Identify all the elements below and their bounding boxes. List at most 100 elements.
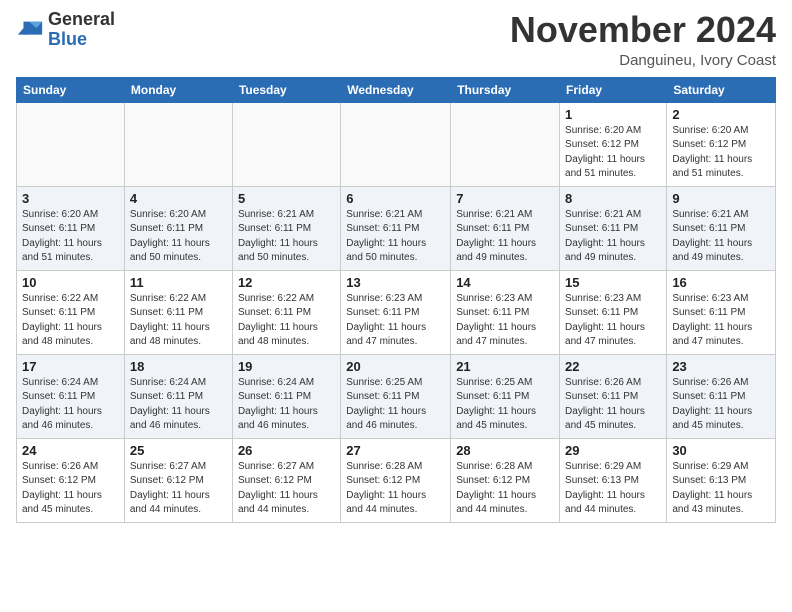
day-cell xyxy=(451,102,560,186)
day-info: Sunrise: 6:20 AM Sunset: 6:12 PM Dayligh… xyxy=(565,124,661,182)
day-info: Sunrise: 6:26 AM Sunset: 6:11 PM Dayligh… xyxy=(672,376,770,434)
day-number: 1 xyxy=(565,107,661,122)
day-cell xyxy=(17,102,125,186)
day-number: 22 xyxy=(565,359,661,374)
day-cell: 25Sunrise: 6:27 AM Sunset: 6:12 PM Dayli… xyxy=(124,438,232,522)
logo-line1: General xyxy=(48,10,115,30)
day-cell: 26 Sunrise: 6:27 AM Sunset: 6:12 PM Dayli… xyxy=(232,438,340,522)
header-cell-monday: Monday xyxy=(124,77,232,102)
day-info: Sunrise: 6:21 AM Sunset: 6:11 PM Dayligh… xyxy=(346,208,445,266)
day-info: Sunrise: 6:21 AM Sunset: 6:11 PM Dayligh… xyxy=(672,208,770,266)
header-row: SundayMondayTuesdayWednesdayThursdayFrid… xyxy=(17,77,776,102)
logo: General Blue xyxy=(16,10,115,50)
calendar-table: SundayMondayTuesdayWednesdayThursdayFrid… xyxy=(16,77,776,523)
day-info: Sunrise: 6:29 AM Sunset: 6:13 PM Dayligh… xyxy=(565,460,661,518)
day-info: Sunrise: 6:22 AM Sunset: 6:11 PM Dayligh… xyxy=(130,292,227,350)
header-cell-wednesday: Wednesday xyxy=(341,77,451,102)
day-cell: 4Sunrise: 6:20 AM Sunset: 6:11 PM Daylig… xyxy=(124,186,232,270)
week-row-3: 10 Sunrise: 6:22 AM Sunset: 6:11 PM Dayli… xyxy=(17,270,776,354)
day-number: 14 xyxy=(456,275,554,290)
day-info: Sunrise: 6:28 AM Sunset: 6:12 PM Dayligh… xyxy=(456,460,554,518)
day-number: 26 xyxy=(238,443,335,458)
day-info: Sunrise: 6:22 AM Sunset: 6:11 PM Dayligh… xyxy=(238,292,335,350)
day-info: Sunrise: 6:20 AM Sunset: 6:12 PM Dayligh… xyxy=(672,124,770,182)
day-info: Sunrise: 6:23 AM Sunset: 6:11 PM Dayligh… xyxy=(456,292,554,350)
day-number: 23 xyxy=(672,359,770,374)
week-row-5: 24 Sunrise: 6:26 AM Sunset: 6:12 PM Dayli… xyxy=(17,438,776,522)
day-info: Sunrise: 6:27 AM Sunset: 6:12 PM Dayligh… xyxy=(238,460,335,518)
calendar-body: 1 Sunrise: 6:20 AM Sunset: 6:12 PM Daylig… xyxy=(17,102,776,522)
day-cell: 29Sunrise: 6:29 AM Sunset: 6:13 PM Dayli… xyxy=(560,438,667,522)
day-info: Sunrise: 6:20 AM Sunset: 6:11 PM Dayligh… xyxy=(130,208,227,266)
day-number: 28 xyxy=(456,443,554,458)
day-number: 30 xyxy=(672,443,770,458)
day-info: Sunrise: 6:26 AM Sunset: 6:12 PM Dayligh… xyxy=(22,460,119,518)
logo-icon xyxy=(16,16,44,44)
day-cell: 18Sunrise: 6:24 AM Sunset: 6:11 PM Dayli… xyxy=(124,354,232,438)
day-info: Sunrise: 6:23 AM Sunset: 6:11 PM Dayligh… xyxy=(672,292,770,350)
day-info: Sunrise: 6:21 AM Sunset: 6:11 PM Dayligh… xyxy=(456,208,554,266)
day-number: 5 xyxy=(238,191,335,206)
month-title: November 2024 xyxy=(510,10,776,50)
day-number: 17 xyxy=(22,359,119,374)
day-number: 24 xyxy=(22,443,119,458)
day-info: Sunrise: 6:21 AM Sunset: 6:11 PM Dayligh… xyxy=(565,208,661,266)
day-number: 7 xyxy=(456,191,554,206)
day-info: Sunrise: 6:22 AM Sunset: 6:11 PM Dayligh… xyxy=(22,292,119,350)
day-cell: 17 Sunrise: 6:24 AM Sunset: 6:11 PM Dayli… xyxy=(17,354,125,438)
day-info: Sunrise: 6:23 AM Sunset: 6:11 PM Dayligh… xyxy=(565,292,661,350)
day-info: Sunrise: 6:26 AM Sunset: 6:11 PM Dayligh… xyxy=(565,376,661,434)
day-cell: 3Sunrise: 6:20 AM Sunset: 6:11 PM Daylig… xyxy=(17,186,125,270)
day-cell: 22 Sunrise: 6:26 AM Sunset: 6:11 PM Dayli… xyxy=(560,354,667,438)
day-number: 3 xyxy=(22,191,119,206)
day-info: Sunrise: 6:21 AM Sunset: 6:11 PM Dayligh… xyxy=(238,208,335,266)
day-number: 11 xyxy=(130,275,227,290)
day-number: 15 xyxy=(565,275,661,290)
day-number: 18 xyxy=(130,359,227,374)
day-number: 12 xyxy=(238,275,335,290)
day-number: 19 xyxy=(238,359,335,374)
page-header: General Blue November 2024 Danguineu, Iv… xyxy=(16,10,776,69)
header-cell-sunday: Sunday xyxy=(17,77,125,102)
week-row-1: 1 Sunrise: 6:20 AM Sunset: 6:12 PM Daylig… xyxy=(17,102,776,186)
day-cell: 8Sunrise: 6:21 AM Sunset: 6:11 PM Daylig… xyxy=(560,186,667,270)
day-info: Sunrise: 6:24 AM Sunset: 6:11 PM Dayligh… xyxy=(22,376,119,434)
day-cell: 5 Sunrise: 6:21 AM Sunset: 6:11 PM Daylig… xyxy=(232,186,340,270)
day-cell: 28 Sunrise: 6:28 AM Sunset: 6:12 PM Dayli… xyxy=(451,438,560,522)
day-cell: 7 Sunrise: 6:21 AM Sunset: 6:11 PM Daylig… xyxy=(451,186,560,270)
day-info: Sunrise: 6:27 AM Sunset: 6:12 PM Dayligh… xyxy=(130,460,227,518)
day-number: 21 xyxy=(456,359,554,374)
day-number: 20 xyxy=(346,359,445,374)
day-number: 16 xyxy=(672,275,770,290)
day-cell xyxy=(341,102,451,186)
day-cell xyxy=(232,102,340,186)
logo-line2: Blue xyxy=(48,30,115,50)
day-info: Sunrise: 6:29 AM Sunset: 6:13 PM Dayligh… xyxy=(672,460,770,518)
header-cell-tuesday: Tuesday xyxy=(232,77,340,102)
header-cell-saturday: Saturday xyxy=(667,77,776,102)
week-row-2: 3 Sunrise: 6:20 AM Sunset: 6:11 PM Daylig… xyxy=(17,186,776,270)
location: Danguineu, Ivory Coast xyxy=(510,52,776,69)
day-info: Sunrise: 6:23 AM Sunset: 6:11 PM Dayligh… xyxy=(346,292,445,350)
day-info: Sunrise: 6:28 AM Sunset: 6:12 PM Dayligh… xyxy=(346,460,445,518)
day-number: 13 xyxy=(346,275,445,290)
title-block: November 2024 Danguineu, Ivory Coast xyxy=(510,10,776,69)
day-cell: 21Sunrise: 6:25 AM Sunset: 6:11 PM Dayli… xyxy=(451,354,560,438)
header-cell-thursday: Thursday xyxy=(451,77,560,102)
day-cell: 19 Sunrise: 6:24 AM Sunset: 6:11 PM Dayli… xyxy=(232,354,340,438)
day-info: Sunrise: 6:25 AM Sunset: 6:11 PM Dayligh… xyxy=(346,376,445,434)
day-cell: 1 Sunrise: 6:20 AM Sunset: 6:12 PM Daylig… xyxy=(560,102,667,186)
day-cell: 15 Sunrise: 6:23 AM Sunset: 6:11 PM Dayli… xyxy=(560,270,667,354)
day-cell: 20 Sunrise: 6:25 AM Sunset: 6:11 PM Dayli… xyxy=(341,354,451,438)
header-cell-friday: Friday xyxy=(560,77,667,102)
calendar-header: SundayMondayTuesdayWednesdayThursdayFrid… xyxy=(17,77,776,102)
day-cell: 2Sunrise: 6:20 AM Sunset: 6:12 PM Daylig… xyxy=(667,102,776,186)
day-number: 9 xyxy=(672,191,770,206)
day-cell: 10 Sunrise: 6:22 AM Sunset: 6:11 PM Dayli… xyxy=(17,270,125,354)
day-info: Sunrise: 6:24 AM Sunset: 6:11 PM Dayligh… xyxy=(238,376,335,434)
day-number: 10 xyxy=(22,275,119,290)
day-cell: 16 Sunrise: 6:23 AM Sunset: 6:11 PM Dayli… xyxy=(667,270,776,354)
day-cell xyxy=(124,102,232,186)
day-cell: 24 Sunrise: 6:26 AM Sunset: 6:12 PM Dayli… xyxy=(17,438,125,522)
day-cell: 11 Sunrise: 6:22 AM Sunset: 6:11 PM Dayli… xyxy=(124,270,232,354)
